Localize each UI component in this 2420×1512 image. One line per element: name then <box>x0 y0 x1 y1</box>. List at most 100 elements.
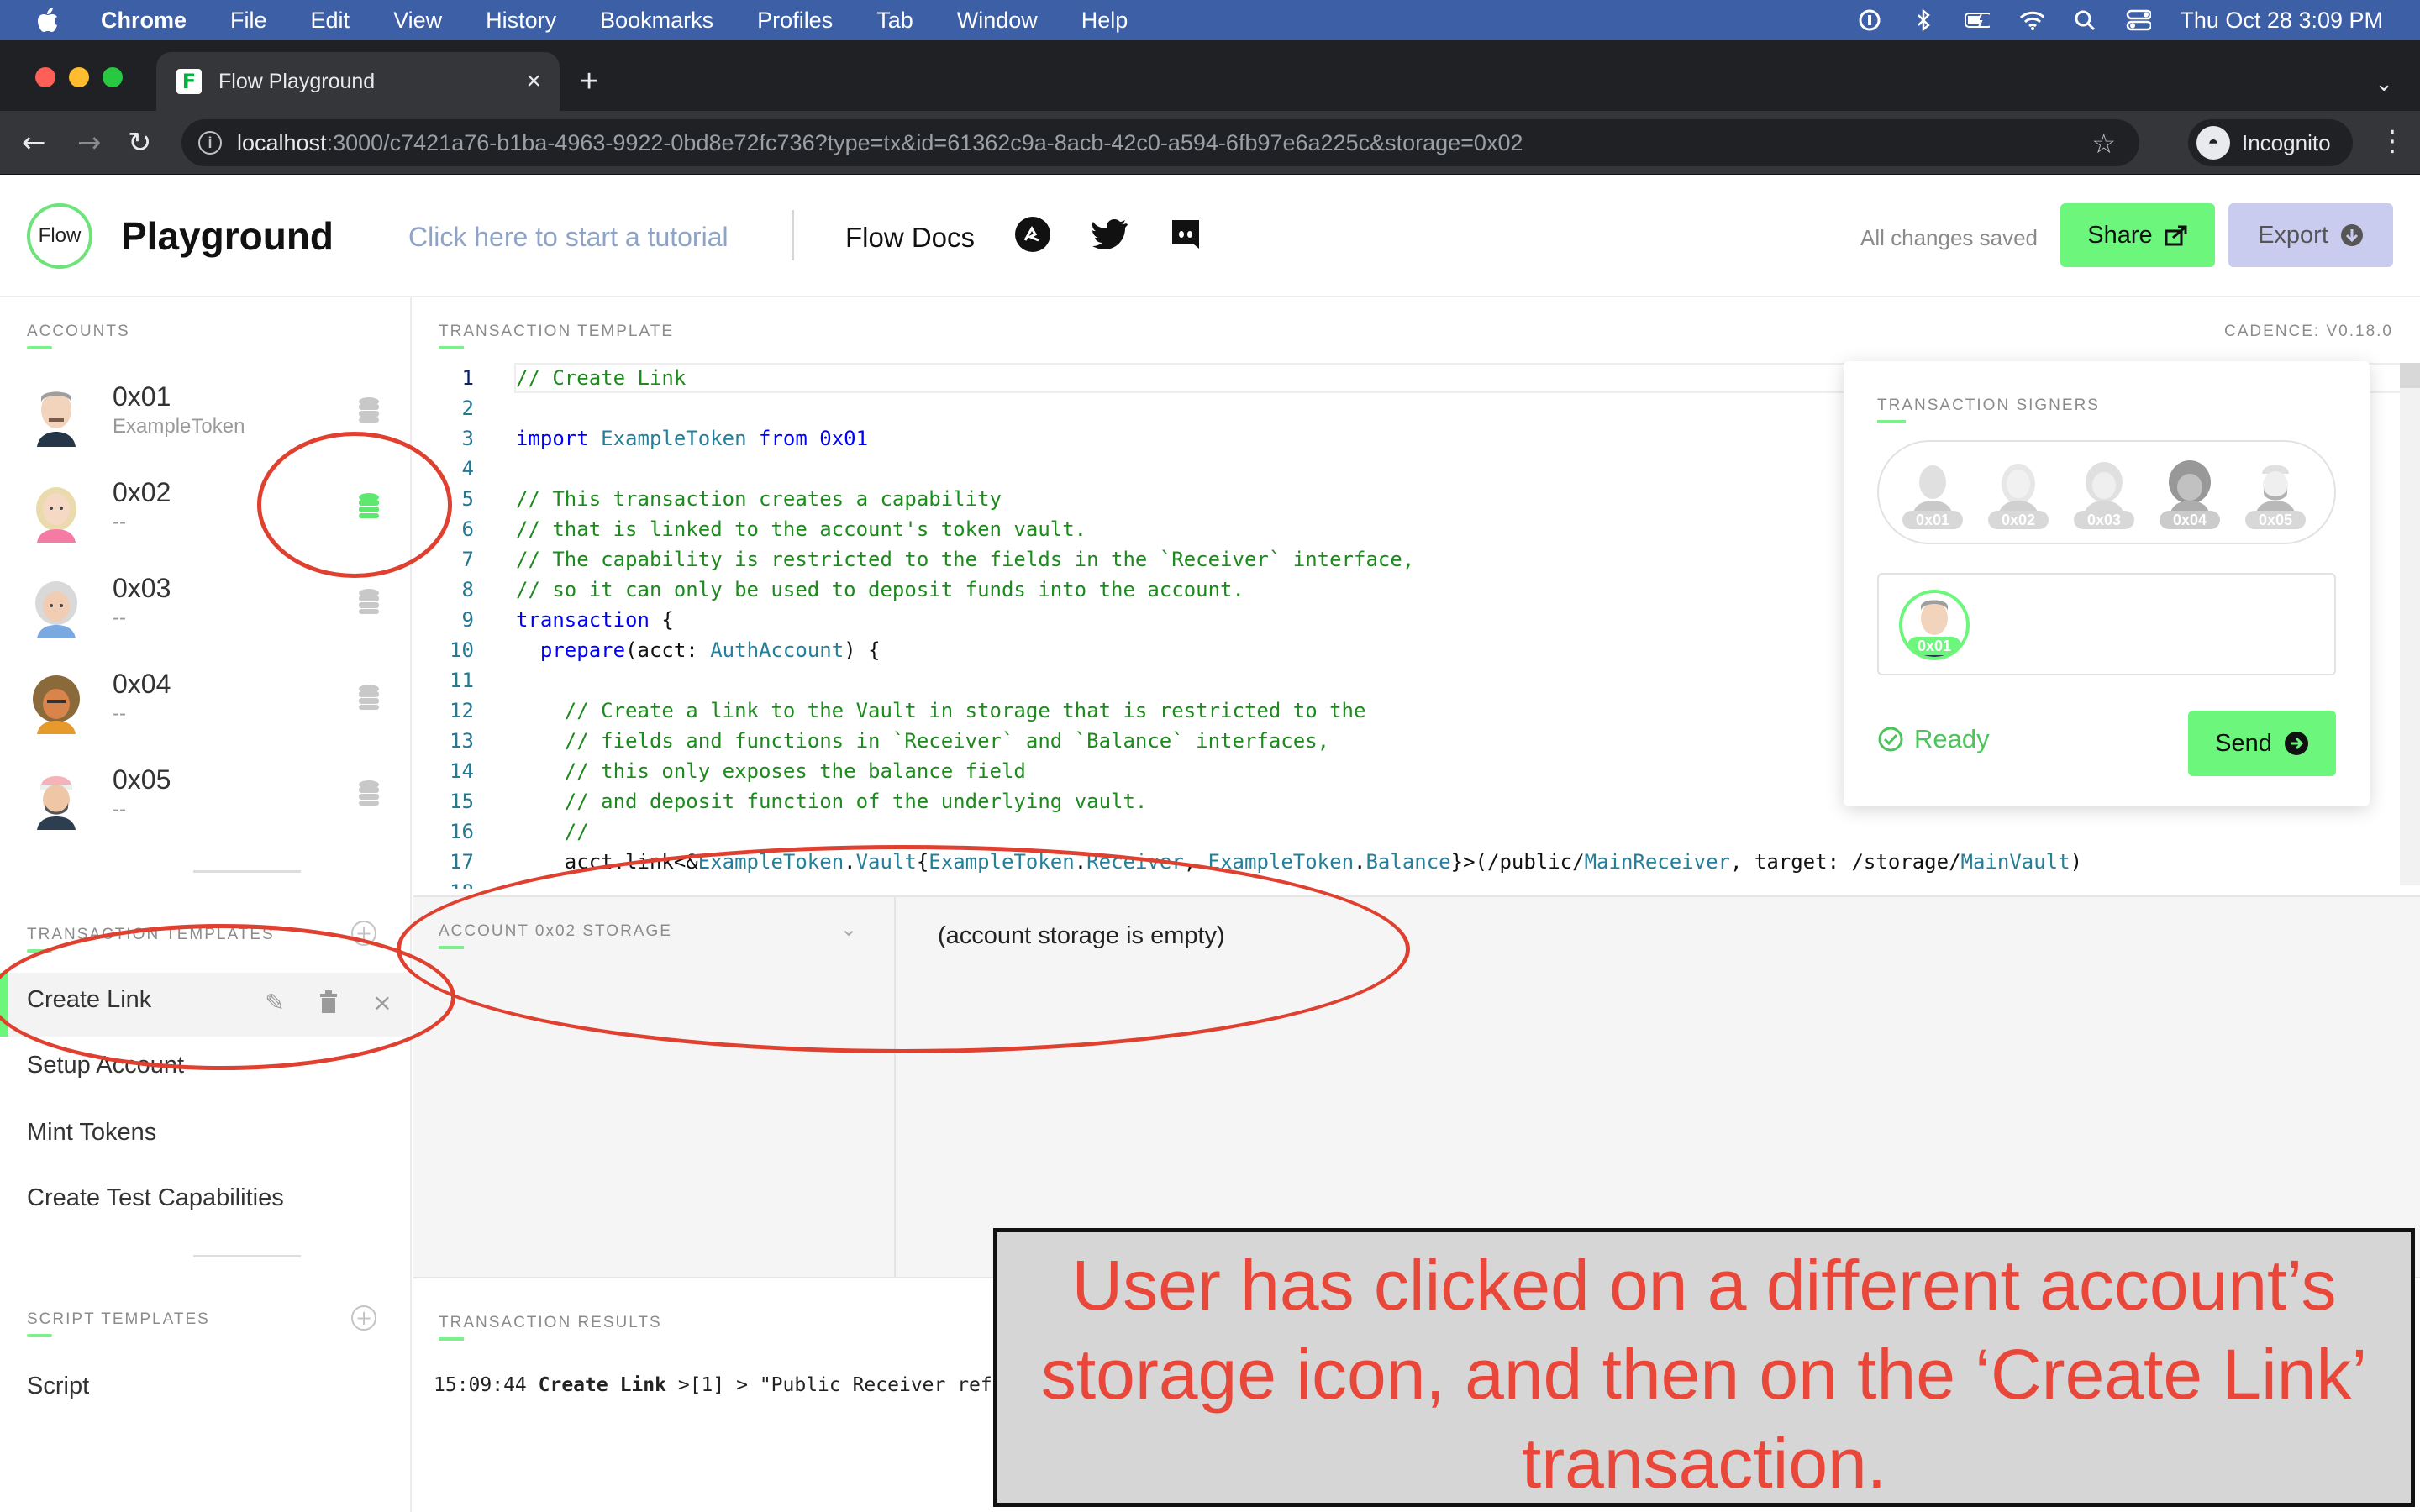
avatar <box>30 385 82 447</box>
share-label: Share <box>2087 221 2153 249</box>
signer-avatar-0x02[interactable]: 0x02 <box>1986 457 2050 529</box>
annotation-ellipse-create-link <box>0 924 455 1070</box>
incognito-label: Incognito <box>2242 129 2331 155</box>
accounts-heading: ACCOUNTS <box>27 323 130 340</box>
share-button[interactable]: Share <box>2060 203 2215 267</box>
wifi-icon[interactable] <box>2018 9 2044 31</box>
annotation-ellipse-storage-panel <box>397 845 1410 1053</box>
check-circle-icon <box>1878 727 1903 752</box>
code-line: transaction { <box>516 608 674 632</box>
line-number: 12 <box>450 699 474 722</box>
account-address: 0x02 <box>113 477 171 507</box>
flow-docs-link[interactable]: Flow Docs <box>845 222 975 254</box>
result-separator-icon: > <box>677 1374 690 1396</box>
tab-close-icon[interactable]: × <box>526 69 541 94</box>
menu-history[interactable]: History <box>486 8 556 34</box>
battery-icon[interactable] <box>1965 9 1991 31</box>
signer-avatar-0x03[interactable]: 0x03 <box>2072 457 2136 529</box>
tab-search-chevron-icon[interactable]: ⌄ <box>2375 71 2393 97</box>
signer-tag: 0x04 <box>2160 511 2220 529</box>
template-create-test-capabilities[interactable]: Create Test Capabilities <box>27 1184 284 1212</box>
line-number: 17 <box>450 850 474 874</box>
template-mint-tokens[interactable]: Mint Tokens <box>27 1119 156 1147</box>
share-icon <box>2165 225 2187 246</box>
account-item-0x05[interactable]: 0x05 -- <box>0 746 412 840</box>
signer-tag: 0x01 <box>1902 511 1963 529</box>
code-line: // <box>564 820 589 843</box>
storage-database-icon[interactable] <box>358 588 380 615</box>
menu-window[interactable]: Window <box>957 8 1038 34</box>
back-arrow-icon[interactable]: ← <box>22 126 46 160</box>
tab-favicon: F <box>176 69 202 94</box>
script-templates-heading: SCRIPT TEMPLATES <box>27 1310 210 1328</box>
account-subtitle: ExampleToken <box>113 415 245 438</box>
code-line: // this only exposes the balance field <box>564 759 1026 783</box>
new-tab-icon[interactable]: + <box>580 66 598 97</box>
selected-signers-box[interactable]: 0x01 <box>1877 573 2336 675</box>
signer-avatar-0x05[interactable]: 0x05 <box>2244 457 2307 529</box>
menubar-clock[interactable]: Thu Oct 28 3:09 PM <box>2180 8 2383 34</box>
bluetooth-icon[interactable] <box>1911 9 1936 31</box>
code-line: // Create Link <box>516 366 687 390</box>
add-script-template-icon[interactable]: + <box>351 1305 376 1331</box>
discourse-icon[interactable] <box>1013 215 1052 254</box>
menu-help[interactable]: Help <box>1081 8 1128 34</box>
menu-profiles[interactable]: Profiles <box>757 8 833 34</box>
storage-database-icon[interactable] <box>358 780 380 806</box>
discord-icon[interactable] <box>1166 215 1205 254</box>
annotation-ellipse-storage-icon <box>257 432 452 578</box>
export-button[interactable]: Export <box>2228 203 2393 267</box>
account-address: 0x04 <box>113 669 171 699</box>
line-number: 1 <box>461 366 474 390</box>
window-minimize-button[interactable] <box>69 67 89 87</box>
app-header <box>0 175 2420 297</box>
code-lines: 1 // Create Link 2 3 import ExampleToken f… <box>413 361 2082 889</box>
twitter-icon[interactable] <box>1091 215 1129 254</box>
site-info-icon[interactable]: i <box>198 131 222 155</box>
selected-signer-avatar[interactable]: 0x01 <box>1899 590 1970 660</box>
flow-logo[interactable]: Flow <box>27 203 92 269</box>
template-script[interactable]: Script <box>27 1373 89 1400</box>
tutorial-link[interactable]: Click here to start a tutorial <box>408 222 729 253</box>
code-line: // and deposit function of the underlyin… <box>564 790 1148 813</box>
control-center-icon[interactable] <box>2126 9 2152 31</box>
signer-tag: 0x03 <box>2074 511 2134 529</box>
editor-scrollbar[interactable] <box>2400 363 2420 885</box>
browser-menu-icon[interactable]: ⋮ <box>2378 124 2407 158</box>
editor-scrollbar-thumb[interactable] <box>2400 363 2420 388</box>
line-number: 18 <box>413 877 474 889</box>
spotlight-search-icon[interactable] <box>2072 9 2097 31</box>
forward-arrow-icon[interactable]: → <box>77 126 102 160</box>
account-item-0x04[interactable]: 0x04 -- <box>0 650 412 744</box>
menu-app-name[interactable]: Chrome <box>101 8 187 34</box>
menu-edit[interactable]: Edit <box>311 8 350 34</box>
apple-icon[interactable] <box>35 7 60 34</box>
address-bar[interactable]: i localhost:3000/c7421a76-b1ba-4963-9922… <box>182 119 2139 166</box>
code-line: import ExampleToken from 0x01 <box>516 427 869 450</box>
window-close-button[interactable] <box>35 67 55 87</box>
page-title: Playground <box>121 214 334 258</box>
line-number: 11 <box>450 669 474 692</box>
download-circle-icon <box>2340 224 2363 246</box>
password-manager-icon[interactable] <box>1857 9 1882 31</box>
storage-database-icon[interactable] <box>358 684 380 711</box>
menu-bookmarks[interactable]: Bookmarks <box>600 8 713 34</box>
menu-file[interactable]: File <box>230 8 267 34</box>
selected-signer-tag: 0x01 <box>1907 637 1961 655</box>
signer-avatar-0x01[interactable]: 0x01 <box>1901 457 1965 529</box>
export-label: Export <box>2258 221 2328 249</box>
send-label: Send <box>2215 729 2272 757</box>
status-area: Thu Oct 28 3:09 PM <box>1857 0 2383 40</box>
bookmark-star-icon[interactable]: ☆ <box>2091 128 2116 160</box>
incognito-profile-button[interactable]: ◓ Incognito <box>2188 119 2353 166</box>
avatar <box>30 480 82 543</box>
browser-tab-active[interactable]: F Flow Playground × <box>156 52 560 111</box>
storage-database-icon[interactable] <box>358 396 380 423</box>
signer-avatar-0x04[interactable]: 0x04 <box>2158 457 2222 529</box>
menu-tab[interactable]: Tab <box>876 8 913 34</box>
menu-view[interactable]: View <box>393 8 442 34</box>
macos-menubar: Chrome File Edit View History Bookmarks … <box>0 0 2420 40</box>
reload-icon[interactable]: ↻ <box>128 126 152 160</box>
send-button[interactable]: Send <box>2188 711 2336 776</box>
window-zoom-button[interactable] <box>103 67 123 87</box>
